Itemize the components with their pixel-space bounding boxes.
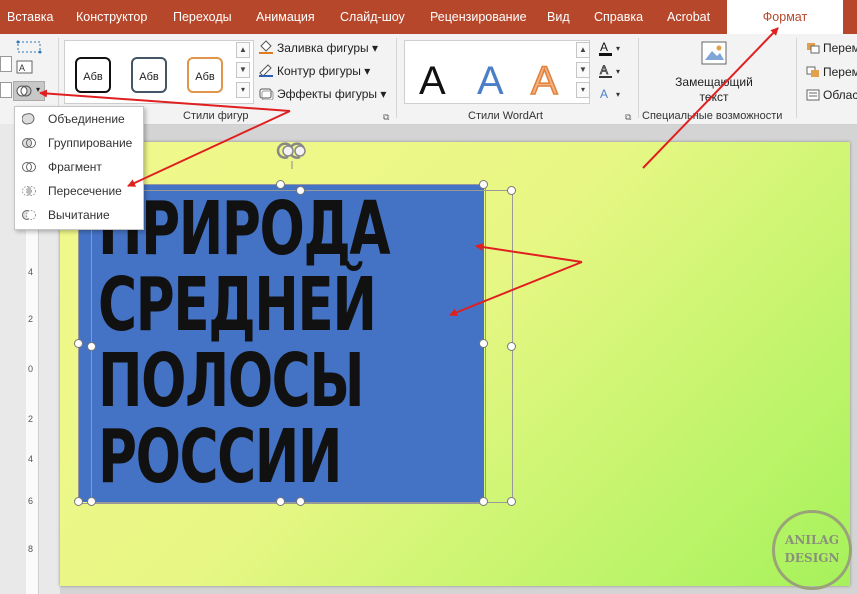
arrow-to-format-tab [642,27,779,169]
arrow-to-shape [475,243,583,263]
arrow-to-merge-button [39,89,291,112]
watermark-line2: DESIGN [784,551,840,565]
watermark-logo: ANILAG DESIGN [772,510,852,590]
arrow-to-intersect-item [127,110,291,187]
arrow-to-text [449,261,583,317]
watermark-line1: ANILAG [785,533,839,547]
annotation-arrows [39,27,779,317]
